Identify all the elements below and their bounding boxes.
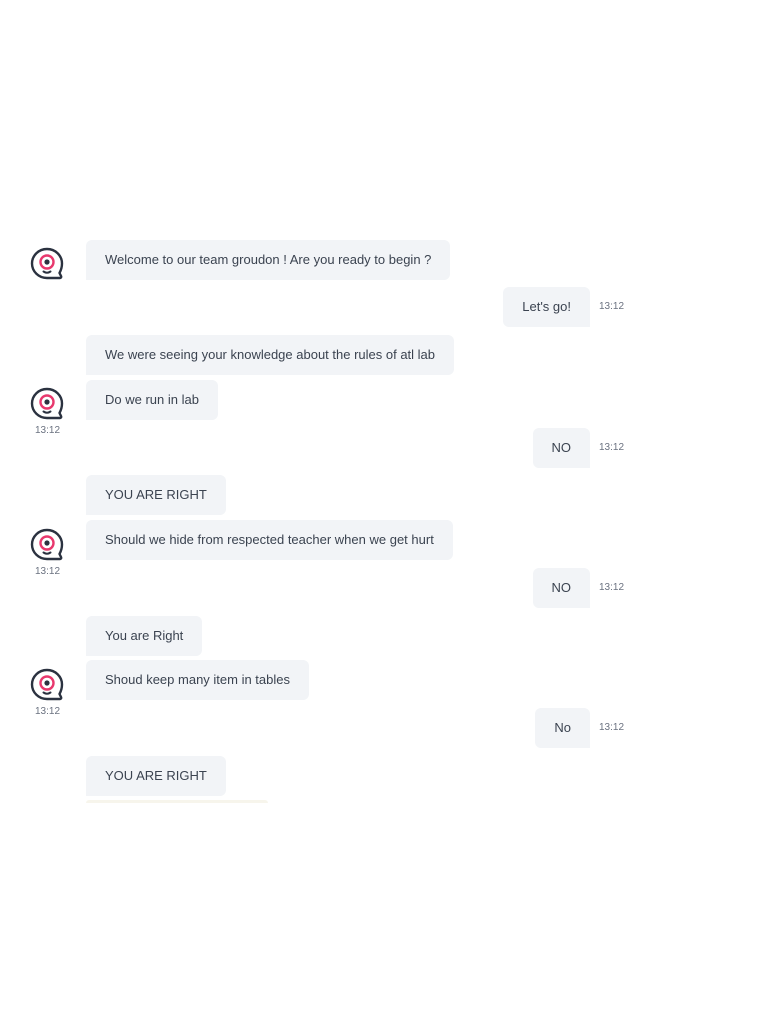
bot-message: Do we run in lab [86, 380, 218, 420]
bot-avatar-icon [30, 387, 64, 420]
message-timestamp: 13:12 [599, 442, 625, 453]
user-message: NO [532, 568, 590, 608]
bot-avatar-icon [30, 528, 64, 561]
message-timestamp: 13:12 [599, 301, 625, 312]
user-message: NO [532, 428, 590, 468]
bot-message: We were seeing your knowledge about the … [86, 335, 455, 375]
message-timestamp: 13:12 [599, 582, 625, 593]
user-message: No [535, 708, 590, 748]
bot-message: YOU ARE RIGHT [86, 475, 226, 515]
bot-message: Welcome to our team groudon ! Are you re… [86, 240, 451, 280]
message-timestamp: 13:12 [599, 722, 625, 733]
message-timestamp: 13:12 [35, 706, 61, 717]
chat-window: Welcome to our team groudon ! Are you re… [0, 0, 768, 1024]
message-timestamp: 13:12 [35, 566, 61, 577]
bot-message: Should we hide from respected teacher wh… [86, 520, 453, 560]
bot-message: You are Right [86, 616, 203, 656]
bot-avatar-icon [30, 668, 64, 701]
typing-indicator-bubble [86, 800, 268, 803]
bot-message: YOU ARE RIGHT [86, 756, 226, 796]
message-timestamp: 13:12 [35, 425, 61, 436]
bot-message: Shoud keep many item in tables [86, 660, 309, 700]
bot-avatar-icon [30, 247, 64, 280]
user-message: Let's go! [503, 287, 590, 327]
